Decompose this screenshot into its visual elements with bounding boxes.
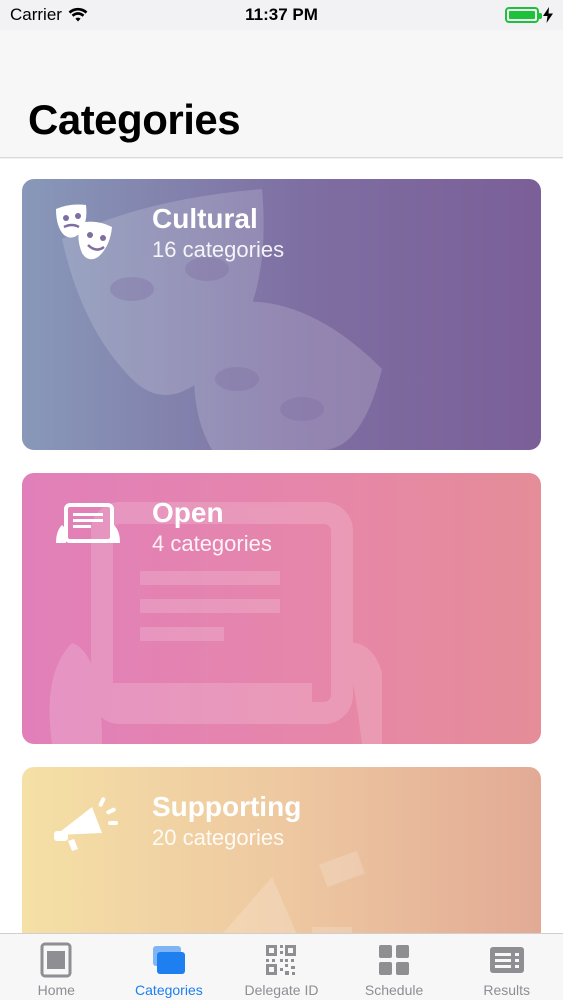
wifi-icon [68,7,88,22]
status-bar: Carrier 11:37 PM [0,0,563,30]
battery-icon [505,7,542,23]
battery-fill [509,11,535,19]
tab-delegate-id[interactable]: Delegate ID [225,934,338,1000]
theater-masks-icon [56,204,112,260]
grid-icon [379,945,410,975]
tablet-hands-icon [56,503,120,543]
card-subtitle: 16 categories [152,237,285,262]
tab-categories[interactable]: Categories [113,934,226,1000]
category-card-open[interactable]: Open 4 categories [22,473,541,744]
results-list-icon [489,947,524,973]
card-title: Supporting [152,791,302,822]
megaphone-icon [54,797,118,851]
category-list[interactable]: Cultural 16 categories Open 4 categories… [0,159,563,933]
categories-icon [152,946,185,974]
carrier-label: Carrier [10,5,62,24]
category-card-cultural[interactable]: Cultural 16 categories [22,179,541,450]
tab-label: Home [37,982,75,998]
tab-home[interactable]: Home [0,934,113,1000]
card-subtitle: 20 categories [152,825,285,850]
tab-schedule[interactable]: Schedule [338,934,451,1000]
battery-tip [539,13,542,19]
tab-label: Schedule [364,982,424,998]
battery-indicator [505,7,553,23]
card-title: Open [152,497,224,528]
card-subtitle: 4 categories [152,531,272,556]
card-title: Cultural [152,203,258,234]
status-left: Carrier [10,5,88,25]
page-title: Categories [28,96,241,143]
tab-results[interactable]: Results [450,934,563,1000]
tab-label: Results [483,982,531,998]
category-card-supporting[interactable]: Supporting 20 categories [22,767,541,933]
home-icon [40,942,72,978]
tab-bar: Home Categories Delegate ID Schedule Res… [0,933,563,1000]
tab-label: Delegate ID [244,982,319,998]
tab-label: Categories [135,982,203,998]
qr-code-icon [266,945,297,975]
navigation-header: Categories [0,30,563,158]
charging-bolt-icon [543,7,553,23]
